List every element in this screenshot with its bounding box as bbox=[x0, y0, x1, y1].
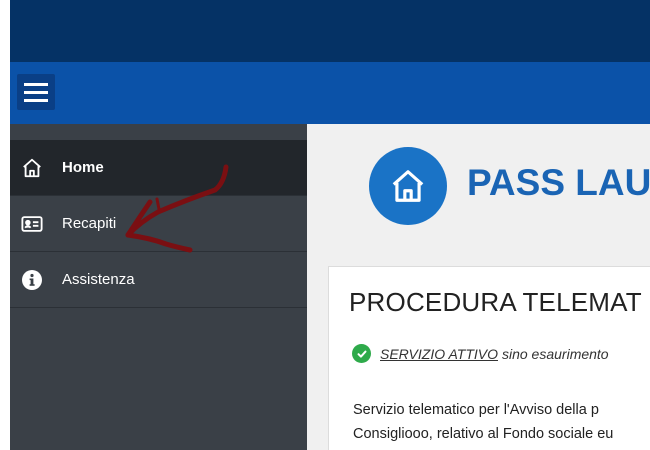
page-title: PASS LAU bbox=[467, 162, 650, 203]
sidebar-item-recapiti[interactable]: Recapiti bbox=[10, 196, 307, 252]
contact-card-icon bbox=[21, 213, 43, 235]
sidebar-item-label: Home bbox=[62, 159, 104, 176]
navigation-bar bbox=[10, 62, 650, 124]
home-icon bbox=[21, 157, 43, 179]
procedure-card: PROCEDURA TELEMAT SERVIZIO ATTIVO sino e… bbox=[328, 266, 650, 450]
check-circle-icon bbox=[352, 344, 371, 363]
status-active-link[interactable]: SERVIZIO ATTIVO bbox=[380, 346, 498, 362]
sidebar-item-assistenza[interactable]: Assistenza bbox=[10, 252, 307, 308]
home-icon bbox=[369, 147, 447, 225]
description-line: Consigliooo, relativo al Fondo sociale e… bbox=[353, 426, 614, 442]
card-title: PROCEDURA TELEMAT bbox=[349, 287, 642, 317]
description-line: Servizio telematico per l'Avviso della p bbox=[353, 402, 599, 418]
hamburger-menu-icon[interactable] bbox=[17, 74, 55, 110]
sidebar-item-label: Recapiti bbox=[62, 215, 117, 232]
service-status: SERVIZIO ATTIVO sino esaurimento bbox=[352, 344, 609, 363]
status-text: sino esaurimento bbox=[501, 345, 609, 362]
info-icon bbox=[21, 269, 43, 291]
sidebar-item-label: Assistenza bbox=[62, 271, 135, 288]
sidebar-item-home[interactable]: Home bbox=[10, 140, 307, 196]
top-banner bbox=[10, 0, 650, 62]
service-description: Servizio telematico per l'Avviso della p… bbox=[353, 398, 613, 446]
main-content: PASS LAU PROCEDURA TELEMAT SERVIZIO ATTI… bbox=[307, 124, 650, 450]
sidebar: Home Recapiti Assistenza bbox=[10, 124, 307, 450]
